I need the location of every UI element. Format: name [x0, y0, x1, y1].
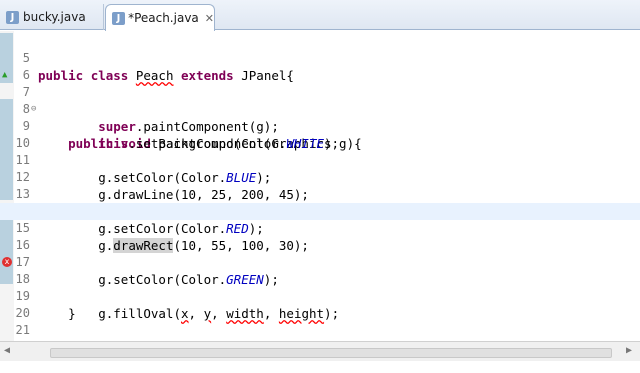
code-line: 14 g.setColor(Color.RED);: [0, 186, 640, 236]
scroll-left-icon[interactable]: ◀: [4, 345, 10, 356]
override-marker-icon: ▲: [2, 70, 8, 80]
close-icon[interactable]: ✕: [205, 12, 214, 25]
code-line: 7 ⊖ ▲ public void paintComponent(Graphic…: [0, 67, 640, 151]
code-line: 8 super.paintComponent(g);: [0, 84, 640, 134]
code-line: 6: [0, 50, 640, 82]
code-line: 16: [0, 220, 640, 252]
scrollbar-thumb[interactable]: [50, 348, 612, 358]
java-file-icon: J: [112, 11, 125, 25]
java-file-icon: J: [6, 10, 19, 24]
code-line: 22: [0, 322, 640, 354]
code-line: 18 x g.fillOval(x, y, width, height);: [0, 254, 640, 321]
code-line: 13: [0, 169, 640, 201]
tab-label: bucky.java: [23, 10, 86, 24]
current-code-line: 15 g.drawRect(10, 55, 100, 30);: [0, 203, 640, 253]
tab-bucky-java[interactable]: J bucky.java: [0, 4, 104, 30]
code-line: 12 g.drawLine(10, 25, 200, 45);: [0, 152, 640, 202]
code-editor[interactable]: 5 public class Peach extends JPanel{ 6 7…: [0, 31, 640, 355]
code-line: 11 g.setColor(Color.BLUE);: [0, 135, 640, 185]
horizontal-scrollbar[interactable]: ◀ ▶: [0, 341, 640, 361]
code-line: 19 }: [0, 271, 640, 321]
code-line: 9 this.setBackground(Color.WHITE);: [0, 101, 640, 151]
code-line: 20: [0, 288, 640, 320]
code-line: 10: [0, 118, 640, 150]
tab-label: *Peach.java: [128, 11, 199, 25]
editor-tab-bar: J bucky.java J *Peach.java ✕: [0, 0, 640, 31]
code-line: 21 }: [0, 305, 640, 355]
code-line: 17 g.setColor(Color.GREEN);: [0, 237, 640, 287]
tab-peach-java[interactable]: J *Peach.java ✕: [105, 4, 215, 31]
scroll-right-icon[interactable]: ▶: [626, 345, 632, 356]
code-line: 5 public class Peach extends JPanel{: [0, 33, 640, 83]
error-marker-icon[interactable]: x: [2, 257, 12, 267]
